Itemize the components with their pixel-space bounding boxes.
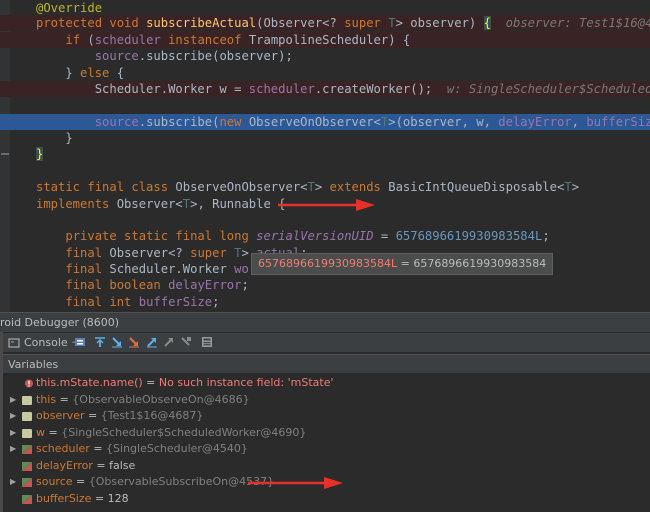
- variable-name: observer: [36, 409, 85, 422]
- field-icon: [22, 461, 32, 471]
- expand-arrow-icon[interactable]: ▶: [10, 425, 16, 441]
- debugger-title-bar[interactable]: roid Debugger (8600): [0, 312, 650, 332]
- debugger-toolbar: Console →*: [0, 332, 650, 352]
- tab-console[interactable]: Console →*: [8, 335, 84, 351]
- console-icon: [8, 338, 20, 348]
- code-line: @Override: [0, 0, 650, 16]
- code-text: @Override: [36, 1, 103, 15]
- code-line: final int bufferSize;: [65, 295, 220, 309]
- code-line: final boolean delayError;: [65, 278, 249, 292]
- variable-name: this: [36, 392, 57, 406]
- current-execution-line: source.subscribe(new ObserveOnObserver<T…: [0, 114, 650, 130]
- expand-arrow-icon[interactable]: ▶: [10, 441, 16, 457]
- code-editor[interactable]: @Override protected void subscribeActual…: [0, 0, 650, 312]
- debugger-title: roid Debugger (8600): [0, 316, 120, 329]
- variable-row[interactable]: this.mState.name() = No such instance fi…: [0, 375, 650, 392]
- variable-row[interactable]: ▶ scheduler = {SingleScheduler@4540}: [0, 441, 650, 458]
- calculator-icon[interactable]: [201, 336, 213, 348]
- evaluate-expression-icon[interactable]: [180, 336, 192, 348]
- variable-value: {SingleScheduler$ScheduledWorker@4690}: [61, 425, 307, 439]
- variable-row[interactable]: bufferSize = 128: [0, 491, 650, 508]
- variables-label: Variables: [8, 358, 59, 371]
- expand-arrow-icon[interactable]: ▶: [10, 392, 16, 408]
- error-icon: [24, 379, 34, 388]
- expand-arrow-icon[interactable]: ▶: [10, 474, 16, 490]
- variables-panel-header: Variables: [0, 354, 650, 374]
- tool-window-strip: [0, 332, 3, 512]
- step-into-icon[interactable]: [128, 336, 140, 348]
- variable-value: {Test1$16@4687}: [100, 409, 204, 422]
- variable-value: {ObservableObserveOn@4686}: [72, 392, 250, 406]
- code-line: static final class ObserveOnObserver<T> …: [36, 180, 580, 194]
- inline-debug-value: observer: Test1$16@4687: [505, 16, 650, 30]
- field-icon: [22, 412, 32, 421]
- variables-list[interactable]: this.mState.name() = No such instance fi…: [0, 374, 650, 512]
- variable-row[interactable]: delayError = false: [0, 458, 650, 475]
- variable-row[interactable]: ▶ observer = {Test1$16@4687}: [0, 408, 650, 425]
- console-tab-label: Console: [24, 336, 68, 349]
- field-icon: [22, 445, 32, 454]
- field-icon: [22, 395, 32, 405]
- variable-name: bufferSize: [36, 491, 92, 505]
- variable-value: {SingleScheduler@4540}: [106, 442, 248, 455]
- code-line: }: [36, 147, 44, 161]
- variable-row[interactable]: ▶ this = {ObservableObserveOn@4686}: [0, 392, 650, 409]
- restore-layout-icon[interactable]: [74, 336, 86, 348]
- step-out-icon[interactable]: [146, 336, 158, 348]
- variable-row[interactable]: ▶ w = {SingleScheduler$ScheduledWorker@4…: [0, 425, 650, 442]
- variable-name: this.mState.name(): [36, 376, 143, 389]
- variable-value: No such instance field: 'mState': [158, 376, 334, 389]
- tooltip-key: 6576896619930983584L: [258, 257, 398, 270]
- variable-name: source: [36, 475, 73, 488]
- show-execution-point-icon[interactable]: [94, 336, 106, 348]
- tooltip-value: = 6576896619930983584: [397, 257, 547, 270]
- variable-name: scheduler: [36, 442, 90, 455]
- variable-name: delayError: [36, 458, 93, 472]
- step-over-icon[interactable]: [111, 336, 123, 348]
- code-line: } else {: [36, 66, 125, 80]
- field-icon: [22, 494, 32, 504]
- code-line: private static final long serialVersionU…: [65, 229, 550, 243]
- code-line: protected void subscribeActual(Observer<…: [0, 15, 650, 31]
- code-line: }: [36, 131, 73, 145]
- expand-arrow-icon[interactable]: ▶: [10, 408, 16, 424]
- value-tooltip: 6576896619930983584L = 65768966199309835…: [251, 253, 554, 275]
- variable-value: false: [109, 458, 136, 472]
- run-to-cursor-icon[interactable]: [163, 336, 175, 348]
- variable-name: w: [36, 425, 45, 439]
- annotation-arrow: [248, 477, 343, 489]
- annotation-arrow: [278, 199, 375, 211]
- inline-debug-value: w: SingleScheduler$ScheduledWorker: [446, 82, 650, 96]
- variable-value: 128: [107, 491, 129, 505]
- code-line: source.subscribe(observer);: [94, 49, 293, 63]
- code-line: if (scheduler instanceof TrampolineSched…: [0, 32, 650, 48]
- field-icon: [22, 478, 32, 487]
- field-icon: [22, 428, 32, 438]
- code-line: Scheduler.Worker w = scheduler.createWor…: [0, 81, 650, 97]
